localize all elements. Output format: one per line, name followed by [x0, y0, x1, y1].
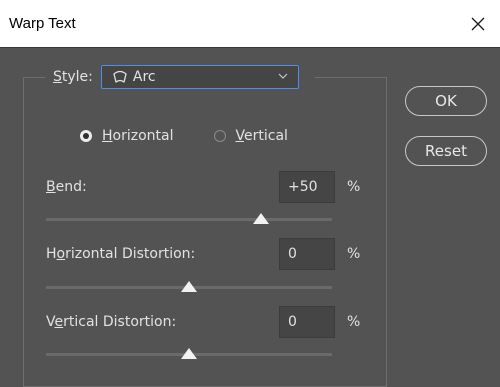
style-label: Style:	[53, 69, 93, 85]
style-row: Style: Arc	[45, 63, 315, 91]
horizontal-radio[interactable]: Horizontal	[80, 128, 174, 144]
bend-label: Bend:	[46, 179, 87, 195]
vertical-distortion-unit: %	[347, 314, 361, 330]
bend-unit: %	[347, 179, 361, 195]
vertical-distortion-label: Vertical Distortion:	[46, 314, 177, 330]
horizontal-distortion-slider-thumb[interactable]	[181, 281, 197, 292]
warp-text-dialog: Warp Text Style: Arc Horizontal Vertical…	[0, 0, 500, 387]
style-dropdown[interactable]: Arc	[100, 65, 299, 89]
dialog-body: Style: Arc Horizontal Vertical Bend: +50…	[0, 48, 500, 387]
warp-options-group	[23, 77, 387, 387]
vertical-distortion-input[interactable]: 0	[279, 306, 335, 338]
title-bar: Warp Text	[0, 0, 500, 48]
style-selected-value: Arc	[132, 69, 156, 85]
bend-slider-track[interactable]	[46, 218, 332, 221]
arc-warp-icon	[113, 70, 127, 83]
radio-unselected-indicator	[213, 130, 226, 142]
horizontal-distortion-label: Horizontal Distortion:	[46, 246, 196, 262]
horizontal-distortion-unit: %	[347, 246, 361, 262]
vertical-radio-label: Vertical	[235, 128, 288, 144]
reset-button[interactable]: Reset	[405, 136, 487, 166]
vertical-distortion-slider-thumb[interactable]	[181, 348, 197, 359]
window-title: Warp Text	[9, 15, 76, 32]
chevron-down-icon	[278, 73, 288, 79]
horizontal-radio-label: Horizontal	[102, 128, 174, 144]
vertical-radio[interactable]: Vertical	[213, 128, 288, 144]
bend-input[interactable]: +50	[279, 171, 335, 203]
close-icon	[471, 17, 485, 30]
bend-slider-thumb[interactable]	[252, 213, 269, 224]
horizontal-distortion-input[interactable]: 0	[279, 238, 335, 270]
close-button[interactable]	[456, 0, 500, 47]
radio-selected-indicator	[80, 130, 92, 142]
orientation-group: Horizontal Vertical	[80, 128, 288, 144]
ok-button[interactable]: OK	[405, 86, 487, 116]
